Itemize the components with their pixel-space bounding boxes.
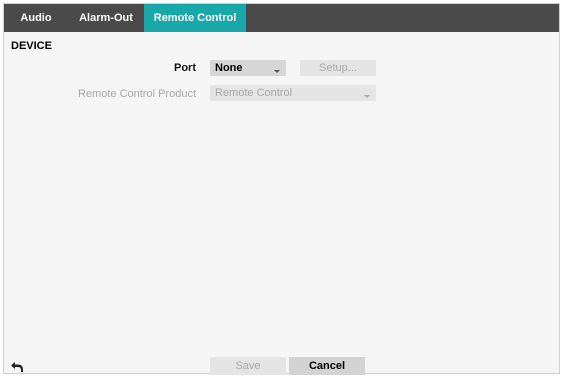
remote-control-product-select[interactable]: Remote Control <box>210 85 376 101</box>
undo-arrow-icon <box>11 362 23 372</box>
chevron-down-icon <box>274 70 280 73</box>
section-title-device: DEVICE <box>11 40 52 52</box>
setup-button[interactable]: Setup... <box>300 60 376 76</box>
settings-window: Audio Alarm-Out Remote Control DEVICE Po… <box>3 3 560 375</box>
port-label: Port <box>174 62 196 74</box>
port-select-value: None <box>215 62 243 74</box>
back-button[interactable] <box>9 359 25 375</box>
tab-audio[interactable]: Audio <box>4 4 68 32</box>
remote-control-product-value: Remote Control <box>215 87 293 99</box>
cancel-button[interactable]: Cancel <box>289 357 365 375</box>
save-button[interactable]: Save <box>210 357 286 375</box>
tab-remote-control[interactable]: Remote Control <box>144 4 246 32</box>
tab-bar: Audio Alarm-Out Remote Control <box>4 4 559 32</box>
tab-alarm-out[interactable]: Alarm-Out <box>68 4 144 32</box>
port-select[interactable]: None <box>210 60 286 76</box>
remote-control-product-label: Remote Control Product <box>78 88 196 100</box>
chevron-down-icon <box>364 95 370 98</box>
